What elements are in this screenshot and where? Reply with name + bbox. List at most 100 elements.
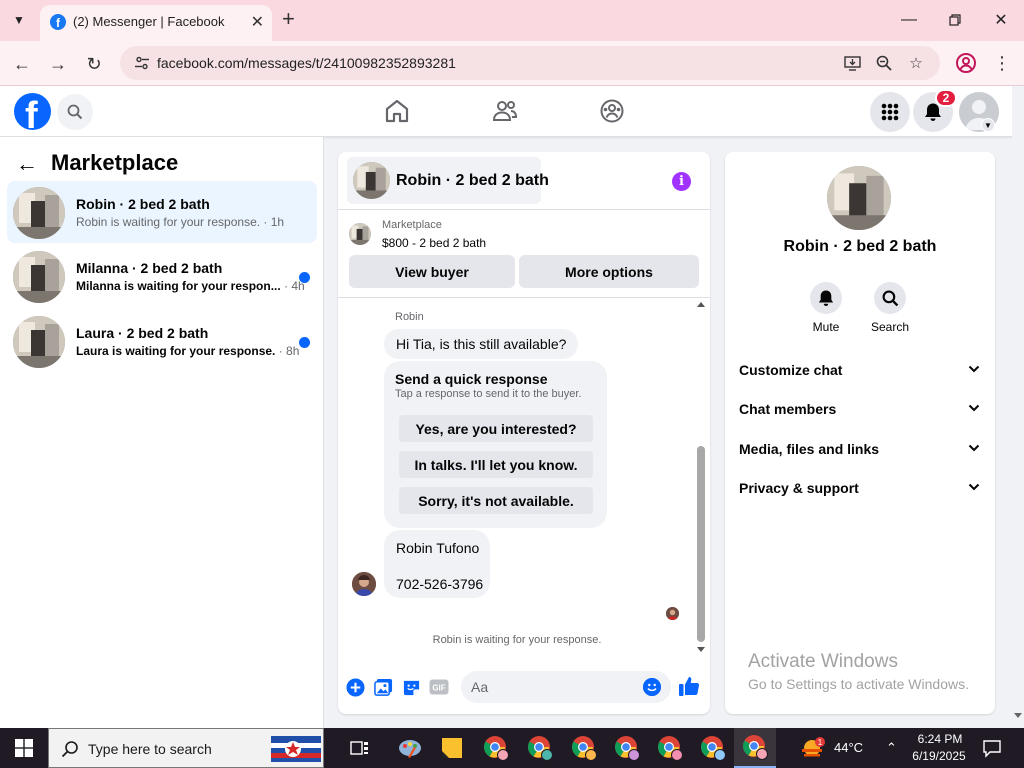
page-scrollbar[interactable]	[1012, 86, 1024, 728]
marketplace-inbox-panel: ← Marketplace Robin · 2 bed 2 bath Robin…	[0, 137, 324, 728]
browser-menu-icon[interactable]: ⋮	[993, 51, 1011, 75]
address-bar[interactable]: facebook.com/messages/t/2410098235289328…	[120, 46, 940, 80]
tab-title: (2) Messenger | Facebook	[73, 14, 225, 29]
conversation-item-robin[interactable]: Robin · 2 bed 2 bath Robin is waiting fo…	[7, 181, 317, 243]
bell-icon	[810, 282, 842, 314]
menu-grid-icon[interactable]	[870, 92, 910, 132]
tab-search-chevron-icon[interactable]: ▼	[6, 8, 32, 32]
facebook-logo-icon[interactable]: f	[14, 93, 51, 130]
search-conversation-button[interactable]: Search	[860, 282, 920, 334]
chrome-profile-1-icon[interactable]	[482, 734, 510, 762]
listing-thumbnail[interactable]	[827, 166, 891, 230]
message-bubble[interactable]: Robin Tufono 702-526-3796	[384, 530, 490, 598]
windows-start-icon[interactable]	[0, 728, 48, 768]
thumbs-up-icon[interactable]	[678, 675, 700, 697]
browser-tab-active[interactable]: f (2) Messenger | Facebook ✕	[40, 5, 272, 41]
message-bubble[interactable]: Hi Tia, is this still available?	[384, 329, 579, 359]
mute-button[interactable]: Mute	[796, 282, 856, 334]
conversation-preview: Milanna is waiting for your respon... · …	[76, 279, 305, 293]
task-view-icon[interactable]	[346, 734, 374, 762]
scroll-down-arrow-icon[interactable]	[1014, 713, 1022, 718]
sender-label: Robin	[395, 311, 424, 323]
more-options-button[interactable]: More options	[519, 255, 699, 288]
chrome-profile-3-icon[interactable]	[570, 734, 598, 762]
tray-chevron-up-icon[interactable]: ⌃	[886, 740, 897, 756]
new-tab-button[interactable]: +	[282, 7, 295, 31]
seen-receipt-avatar	[666, 607, 679, 620]
quick-response-title: Send a quick response	[395, 371, 548, 387]
back-arrow-icon[interactable]: ←	[16, 151, 38, 177]
chrome-active-window-icon[interactable]	[734, 728, 776, 768]
install-app-icon[interactable]	[842, 54, 862, 72]
conversation-item-laura[interactable]: Laura · 2 bed 2 bath Laura is waiting fo…	[7, 310, 317, 372]
unread-indicator	[299, 272, 310, 283]
temperature[interactable]: 44°C	[834, 740, 863, 755]
plus-icon[interactable]	[345, 677, 365, 697]
back-arrow-icon[interactable]: ←	[8, 50, 36, 78]
window-close-button[interactable]: ✕	[986, 8, 1016, 32]
scroll-down-arrow-icon[interactable]	[697, 647, 705, 652]
profile-icon[interactable]	[954, 51, 978, 75]
message-line: Robin Tufono	[396, 540, 480, 556]
view-buyer-button[interactable]: View buyer	[349, 255, 515, 288]
section-media-files-links[interactable]: Media, files and links	[731, 432, 989, 466]
scrollbar-thumb[interactable]	[697, 446, 705, 642]
message-scrollbar[interactable]	[694, 298, 708, 656]
notification-center-icon[interactable]	[982, 738, 1002, 758]
listing-thumbnail	[353, 162, 390, 199]
facebook-header: f	[0, 86, 1012, 137]
zoom-icon[interactable]	[874, 54, 894, 72]
clock-date[interactable]: 6/19/2025	[906, 749, 972, 763]
chrome-profile-4-icon[interactable]	[613, 734, 641, 762]
friends-icon[interactable]	[492, 98, 518, 124]
waiting-status: Robin is waiting for your response.	[432, 634, 602, 646]
tab-close-icon[interactable]: ✕	[251, 12, 264, 32]
forward-arrow-icon[interactable]: →	[44, 50, 72, 78]
listing-price[interactable]: $800 - 2 bed 2 bath	[382, 236, 486, 250]
search-icon[interactable]	[57, 94, 93, 130]
photo-icon[interactable]	[373, 677, 393, 697]
gif-icon[interactable]: GIF	[429, 677, 449, 697]
reload-icon[interactable]: ↻	[80, 50, 108, 78]
message-input[interactable]	[471, 677, 636, 697]
section-chat-members[interactable]: Chat members	[731, 392, 989, 426]
chrome-profile-5-icon[interactable]	[656, 734, 684, 762]
section-customize-chat[interactable]: Customize chat	[731, 353, 989, 387]
sender-avatar[interactable]	[352, 572, 376, 596]
site-settings-icon[interactable]	[134, 55, 150, 71]
clock-time[interactable]: 6:24 PM	[910, 732, 970, 746]
chat-details-panel: Robin · 2 bed 2 bath Mute Search Customi…	[725, 152, 995, 714]
quick-response-option[interactable]: Sorry, it's not available.	[399, 487, 593, 514]
section-privacy-support[interactable]: Privacy & support	[731, 471, 989, 505]
message-thread: Robin Hi Tia, is this still available? S…	[338, 298, 710, 658]
chrome-profile-6-icon[interactable]	[699, 734, 727, 762]
emoji-icon[interactable]	[643, 678, 661, 696]
quick-response-option[interactable]: Yes, are you interested?	[399, 415, 593, 442]
window-restore-button[interactable]	[940, 8, 970, 32]
quick-response-option[interactable]: In talks. I'll let you know.	[399, 451, 593, 478]
paint-app-icon[interactable]	[396, 734, 424, 762]
message-input-container[interactable]	[461, 671, 671, 703]
groups-icon[interactable]	[599, 98, 625, 124]
scroll-up-arrow-icon[interactable]	[697, 302, 705, 307]
conversation-item-milanna[interactable]: Milanna · 2 bed 2 bath Milanna is waitin…	[7, 245, 317, 307]
sticker-icon[interactable]	[401, 677, 421, 697]
conversation-name: Milanna · 2 bed 2 bath	[76, 260, 223, 276]
chrome-profile-2-icon[interactable]	[526, 734, 554, 762]
bookmark-star-icon[interactable]: ☆	[906, 54, 926, 72]
window-minimize-button[interactable]: —	[894, 8, 924, 32]
account-chevron-down-icon[interactable]: ▼	[981, 118, 995, 132]
quick-response-card: Send a quick response Tap a response to …	[384, 361, 607, 528]
url-text[interactable]: facebook.com/messages/t/2410098235289328…	[157, 55, 456, 71]
info-icon[interactable]: i	[672, 172, 691, 191]
home-icon[interactable]	[384, 98, 410, 124]
sticky-notes-icon[interactable]	[438, 734, 466, 762]
conversation-preview: Laura is waiting for your response. · 8h	[76, 344, 300, 358]
listing-source: Marketplace	[382, 219, 442, 231]
facebook-favicon-icon: f	[50, 14, 66, 30]
chat-title: Robin · 2 bed 2 bath	[396, 172, 549, 189]
conversation-name: Robin · 2 bed 2 bath	[76, 196, 210, 212]
chat-title-button[interactable]: Robin · 2 bed 2 bath	[347, 157, 549, 204]
chevron-down-icon	[968, 444, 980, 452]
taskbar-search-box[interactable]: Type here to search	[48, 728, 324, 768]
